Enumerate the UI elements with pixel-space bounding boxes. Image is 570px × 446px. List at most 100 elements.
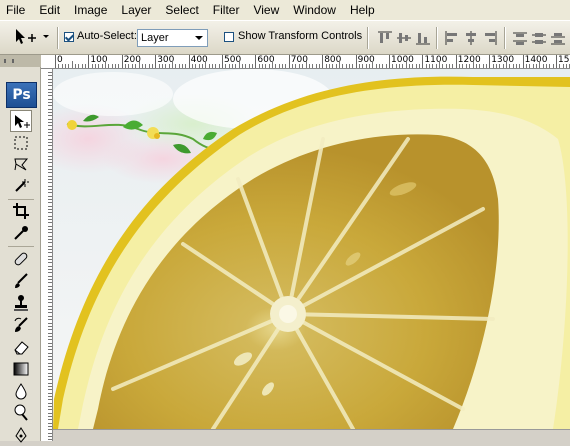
distribute-top-edges-icon[interactable] <box>512 30 528 46</box>
ruler-tick <box>222 55 223 68</box>
ruler-minor-tick <box>81 64 83 68</box>
ruler-minor-tick <box>352 64 354 68</box>
align-right-edges-icon[interactable] <box>482 30 498 46</box>
horizontal-ruler[interactable]: 0 100 200 300 400 500 600 700 800 900 1000 1100 1200… <box>41 55 570 69</box>
pen-tool-icon[interactable] <box>10 424 32 446</box>
tool-preset-picker[interactable] <box>9 26 51 48</box>
move-tool-preset-icon <box>16 29 49 44</box>
ruler-minor-tick <box>328 64 330 68</box>
menu-view[interactable]: View <box>246 0 286 20</box>
ruler-minor-tick <box>535 64 537 68</box>
ruler-minor-tick <box>48 245 52 247</box>
ruler-minor-tick <box>242 64 244 68</box>
menu-select[interactable]: Select <box>158 0 205 20</box>
ruler-minor-tick <box>382 64 384 68</box>
layer-select-value: Layer <box>141 32 169 44</box>
ruler-minor-tick <box>409 64 411 68</box>
ruler-minor-tick <box>218 64 220 68</box>
menu-help[interactable]: Help <box>343 0 382 20</box>
ruler-minor-tick <box>48 122 52 124</box>
blur-tool-icon[interactable] <box>10 380 32 402</box>
align-vertical-centers-icon[interactable] <box>396 30 412 46</box>
ruler-minor-tick <box>505 61 507 68</box>
ruler-minor-tick <box>48 319 52 321</box>
ruler-minor-tick <box>145 64 147 68</box>
menu-window[interactable]: Window <box>286 0 343 20</box>
clone-stamp-tool-icon[interactable] <box>10 292 32 314</box>
ruler-minor-tick <box>338 61 340 68</box>
dodge-tool-icon[interactable] <box>10 402 32 424</box>
menu-layer[interactable]: Layer <box>114 0 158 20</box>
ruler-minor-tick <box>315 64 317 68</box>
ruler-minor-tick <box>552 64 554 68</box>
ruler-minor-tick <box>168 64 170 68</box>
auto-select-label: Auto-Select: <box>77 30 137 42</box>
ruler-minor-tick <box>272 61 274 68</box>
ruler-tick <box>155 55 157 68</box>
align-left-edges-icon[interactable] <box>444 30 460 46</box>
history-brush-tool-icon[interactable] <box>10 314 32 336</box>
ruler-minor-tick <box>405 61 407 68</box>
ruler-minor-tick <box>48 432 52 434</box>
vertical-ruler[interactable] <box>41 69 53 441</box>
ruler-minor-tick <box>48 279 52 281</box>
menu-image[interactable]: Image <box>67 0 114 20</box>
move-tool-icon[interactable] <box>10 110 32 132</box>
ruler-minor-tick <box>499 64 501 68</box>
menu-filter[interactable]: Filter <box>206 0 247 20</box>
panel-grip[interactable] <box>0 55 41 67</box>
ruler-tick <box>355 55 357 68</box>
align-horizontal-centers-icon[interactable] <box>463 30 479 46</box>
eraser-tool-icon[interactable] <box>10 336 32 358</box>
ruler-minor-tick <box>48 225 52 227</box>
ruler-minor-tick <box>175 64 177 68</box>
ruler-minor-tick <box>48 202 52 204</box>
crop-tool-icon[interactable] <box>10 200 32 222</box>
ruler-minor-tick <box>48 282 52 284</box>
ruler-minor-tick <box>562 64 564 68</box>
ruler-minor-tick <box>201 64 203 68</box>
show-transform-label: Show Transform Controls <box>238 30 363 42</box>
ruler-minor-tick <box>48 198 52 200</box>
document-canvas[interactable] <box>53 69 570 429</box>
align-top-edges-icon[interactable] <box>377 30 393 46</box>
layer-select[interactable]: Layer <box>137 29 208 47</box>
ruler-tick <box>455 55 457 68</box>
ruler-minor-tick <box>48 218 52 220</box>
distribute-bottom-edges-icon[interactable] <box>550 30 566 46</box>
lasso-tool-icon[interactable] <box>10 153 32 175</box>
ruler-minor-tick <box>48 249 52 251</box>
horizontal-scrollbar[interactable] <box>53 429 570 441</box>
ruler-tick <box>55 55 56 68</box>
ruler-minor-tick <box>378 64 380 68</box>
photoshop-logo[interactable]: Ps <box>6 82 37 108</box>
marquee-tool-icon[interactable] <box>10 132 32 154</box>
ruler-minor-tick <box>462 64 464 68</box>
gradient-tool-icon[interactable] <box>10 358 32 380</box>
ruler-minor-tick <box>372 61 374 68</box>
align-bottom-edges-icon[interactable] <box>415 30 431 46</box>
ruler-minor-tick <box>191 64 193 68</box>
healing-brush-tool-icon[interactable] <box>10 248 32 270</box>
ruler-minor-tick <box>519 64 521 68</box>
magic-wand-tool-icon[interactable] <box>10 175 32 197</box>
ruler-minor-tick <box>265 64 267 68</box>
brush-tool-icon[interactable] <box>10 270 32 292</box>
distribute-vertical-centers-icon[interactable] <box>531 30 547 46</box>
ruler-minor-tick <box>141 64 143 68</box>
menu-file[interactable]: File <box>0 0 32 20</box>
auto-select-checkbox[interactable] <box>64 32 74 42</box>
ruler-minor-tick <box>275 64 277 68</box>
ruler-minor-tick <box>48 335 52 337</box>
ruler-minor-tick <box>48 155 52 157</box>
ruler-minor-tick <box>48 362 52 364</box>
ruler-minor-tick <box>48 339 52 341</box>
show-transform-checkbox[interactable] <box>224 32 234 42</box>
ruler-minor-tick <box>118 64 120 68</box>
ruler-minor-tick <box>48 72 52 73</box>
ruler-minor-tick <box>75 64 77 68</box>
eyedropper-tool-icon[interactable] <box>10 222 32 244</box>
menu-edit[interactable]: Edit <box>32 0 67 20</box>
ruler-minor-tick <box>48 302 52 304</box>
ruler-minor-tick <box>48 195 52 197</box>
